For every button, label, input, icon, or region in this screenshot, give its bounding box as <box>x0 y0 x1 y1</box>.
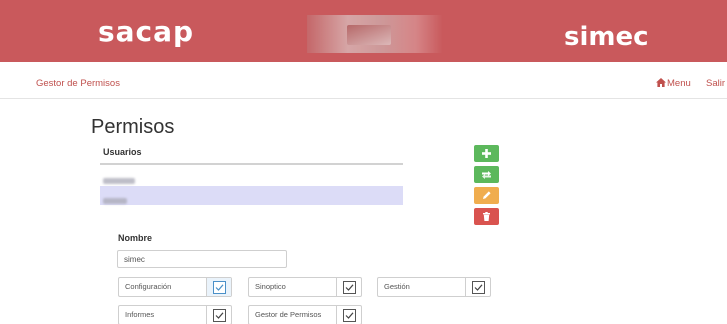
swap-icon <box>482 171 491 179</box>
sacap-logo: sacap <box>98 15 195 48</box>
permission-gestor-de-permisos: Gestor de Permisos <box>248 305 362 324</box>
user-list-item-selected[interactable] <box>100 186 403 205</box>
permission-label: Gestor de Permisos <box>255 310 322 319</box>
logout-link[interactable]: Salir <box>706 78 725 89</box>
permission-sinoptico: Sinoptico <box>248 277 362 297</box>
checkbox-checked-icon <box>472 281 485 294</box>
permission-label: Informes <box>125 310 155 319</box>
user-list-item[interactable] <box>100 166 403 185</box>
permission-label: Sinoptico <box>255 282 286 291</box>
permission-informes: Informes <box>118 305 232 324</box>
plus-icon <box>482 149 491 158</box>
pencil-icon <box>483 191 491 199</box>
delete-user-button[interactable] <box>474 208 499 225</box>
nombre-input[interactable] <box>117 250 287 268</box>
checkbox-checked-icon <box>343 309 356 322</box>
permission-checkbox-gestion[interactable] <box>465 278 490 296</box>
permission-checkbox-gestor-de-permisos[interactable] <box>336 306 361 324</box>
checkbox-checked-icon <box>213 281 226 294</box>
simec-logo: simec <box>564 22 649 52</box>
nav-menu-link[interactable]: Menu <box>656 78 691 89</box>
banner-photo <box>307 15 443 53</box>
home-icon <box>656 78 666 87</box>
permission-gestion: Gestión <box>377 277 491 297</box>
permission-label: Gestión <box>384 282 410 291</box>
swap-button[interactable] <box>474 166 499 183</box>
users-list: Usuarios <box>100 145 403 205</box>
header-banner: sacap simec <box>0 0 727 62</box>
nav-menu-label: Menu <box>667 78 691 89</box>
page-title: Permisos <box>91 116 175 138</box>
permission-checkbox-sinoptico[interactable] <box>336 278 361 296</box>
permission-checkbox-informes[interactable] <box>206 306 231 324</box>
users-list-header: Usuarios <box>100 145 403 165</box>
navbar: Gestor de Permisos Menu Salir <box>0 62 727 99</box>
edit-user-button[interactable] <box>474 187 499 204</box>
user-name-redacted <box>103 198 127 204</box>
nombre-label: Nombre <box>118 233 153 243</box>
trash-icon <box>483 212 490 221</box>
permission-label: Configuración <box>125 282 172 291</box>
nav-brand-link[interactable]: Gestor de Permisos <box>36 78 120 89</box>
checkbox-checked-icon <box>213 309 226 322</box>
permission-configuracion: Configuración <box>118 277 232 297</box>
add-user-button[interactable] <box>474 145 499 162</box>
permission-checkbox-configuracion[interactable] <box>206 278 231 296</box>
user-name-redacted <box>103 178 135 184</box>
checkbox-checked-icon <box>343 281 356 294</box>
